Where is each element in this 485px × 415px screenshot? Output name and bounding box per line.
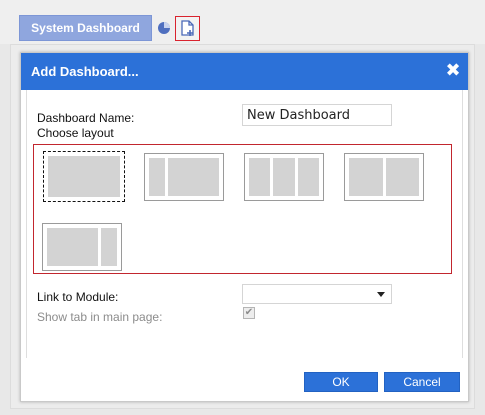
choose-layout-label: Choose layout bbox=[37, 126, 114, 140]
link-to-module-select[interactable] bbox=[242, 284, 392, 304]
layout-pane bbox=[168, 158, 219, 196]
layout-option-narrow-left[interactable] bbox=[144, 153, 224, 201]
layout-pane bbox=[48, 156, 120, 197]
layout-pane bbox=[273, 158, 295, 196]
layout-pane bbox=[297, 158, 319, 196]
top-tab-bar: System Dashboard bbox=[0, 0, 485, 44]
layout-option-single[interactable] bbox=[43, 151, 125, 202]
layout-chooser bbox=[33, 144, 452, 274]
layout-pane bbox=[47, 228, 98, 266]
show-tab-label: Show tab in main page: bbox=[37, 310, 163, 324]
layout-option-narrow-right[interactable] bbox=[42, 223, 122, 271]
layout-option-two-equal[interactable] bbox=[344, 153, 424, 201]
add-dashboard-icon[interactable] bbox=[175, 16, 200, 41]
dialog-title: Add Dashboard... bbox=[31, 64, 139, 79]
dialog-header: Add Dashboard... ✖ bbox=[21, 53, 468, 90]
dialog-body: Dashboard Name: Choose layout bbox=[26, 90, 463, 358]
add-dashboard-dialog: Add Dashboard... ✖ Dashboard Name: Choos… bbox=[20, 52, 469, 402]
show-tab-checkbox[interactable]: ✔ bbox=[243, 307, 255, 319]
link-to-module-label: Link to Module: bbox=[37, 290, 119, 304]
close-icon[interactable]: ✖ bbox=[445, 62, 461, 80]
layout-pane bbox=[249, 158, 271, 196]
layout-pane bbox=[349, 158, 383, 196]
dialog-footer: OK Cancel bbox=[21, 358, 468, 401]
chevron-down-icon bbox=[377, 292, 385, 297]
layout-pane bbox=[385, 158, 419, 196]
dashboard-name-input[interactable] bbox=[242, 104, 392, 126]
checkmark-icon: ✔ bbox=[244, 307, 254, 318]
cancel-button[interactable]: Cancel bbox=[384, 372, 460, 392]
dashboard-name-label: Dashboard Name: bbox=[37, 111, 135, 125]
layout-pane bbox=[101, 228, 117, 266]
layout-pane bbox=[149, 158, 165, 196]
tab-system-dashboard[interactable]: System Dashboard bbox=[19, 15, 152, 41]
document-plus-icon bbox=[180, 19, 194, 36]
layout-option-three-columns[interactable] bbox=[244, 153, 324, 201]
pie-chart-icon[interactable] bbox=[157, 21, 171, 35]
ok-button[interactable]: OK bbox=[304, 372, 378, 392]
